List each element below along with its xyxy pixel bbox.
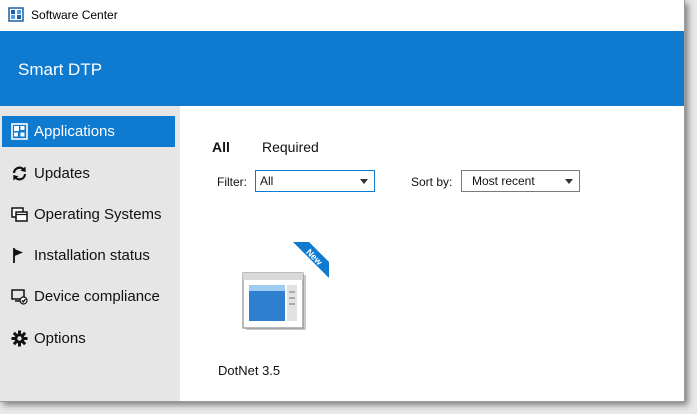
org-header: Smart DTP <box>0 31 684 106</box>
device-check-icon <box>10 288 28 306</box>
filter-dropdown-value: All <box>260 174 274 188</box>
refresh-icon <box>10 165 28 183</box>
chevron-down-icon <box>565 179 573 184</box>
software-center-app-icon <box>8 7 24 22</box>
sort-dropdown[interactable]: Most recent <box>461 170 580 192</box>
sidebar-item-label: Device compliance <box>34 288 160 305</box>
tab-required[interactable]: Required <box>262 139 319 155</box>
chevron-down-icon <box>360 179 368 184</box>
filter-dropdown[interactable]: All <box>255 170 375 192</box>
org-name: Smart DTP <box>18 60 103 79</box>
app-tile-dotnet[interactable]: New <box>235 242 330 332</box>
app-name[interactable]: DotNet 3.5 <box>218 363 280 378</box>
sort-label: Sort by: <box>411 175 453 189</box>
main-content: All Required Filter: All Sort by: Most r… <box>180 106 684 401</box>
window-title: Software Center <box>31 8 118 22</box>
flag-icon <box>10 247 28 265</box>
sidebar-item-installation-status[interactable]: Installation status <box>2 240 175 271</box>
sidebar-item-applications[interactable]: Applications <box>2 116 175 147</box>
sidebar-item-updates[interactable]: Updates <box>2 158 175 189</box>
gear-icon <box>10 330 28 348</box>
sidebar-item-label: Updates <box>34 165 90 182</box>
sidebar-item-options[interactable]: Options <box>2 323 175 354</box>
sort-dropdown-value: Most recent <box>472 174 535 188</box>
sidebar-item-label: Operating Systems <box>34 206 162 223</box>
sidebar-item-label: Installation status <box>34 247 150 264</box>
filter-label: Filter: <box>217 175 247 189</box>
applications-grid-icon <box>10 123 28 141</box>
sidebar-item-device-compliance[interactable]: Device compliance <box>2 281 175 312</box>
windows-stack-icon <box>10 206 28 224</box>
sidebar: Applications Updates Operating Systems I… <box>0 106 180 401</box>
tab-all[interactable]: All <box>212 139 230 155</box>
software-center-window: Software Center Smart DTP Applications U… <box>0 0 685 402</box>
title-bar: Software Center <box>0 0 684 31</box>
sidebar-item-label: Applications <box>34 123 115 140</box>
sidebar-item-label: Options <box>34 330 86 347</box>
sidebar-item-operating-systems[interactable]: Operating Systems <box>2 199 175 230</box>
